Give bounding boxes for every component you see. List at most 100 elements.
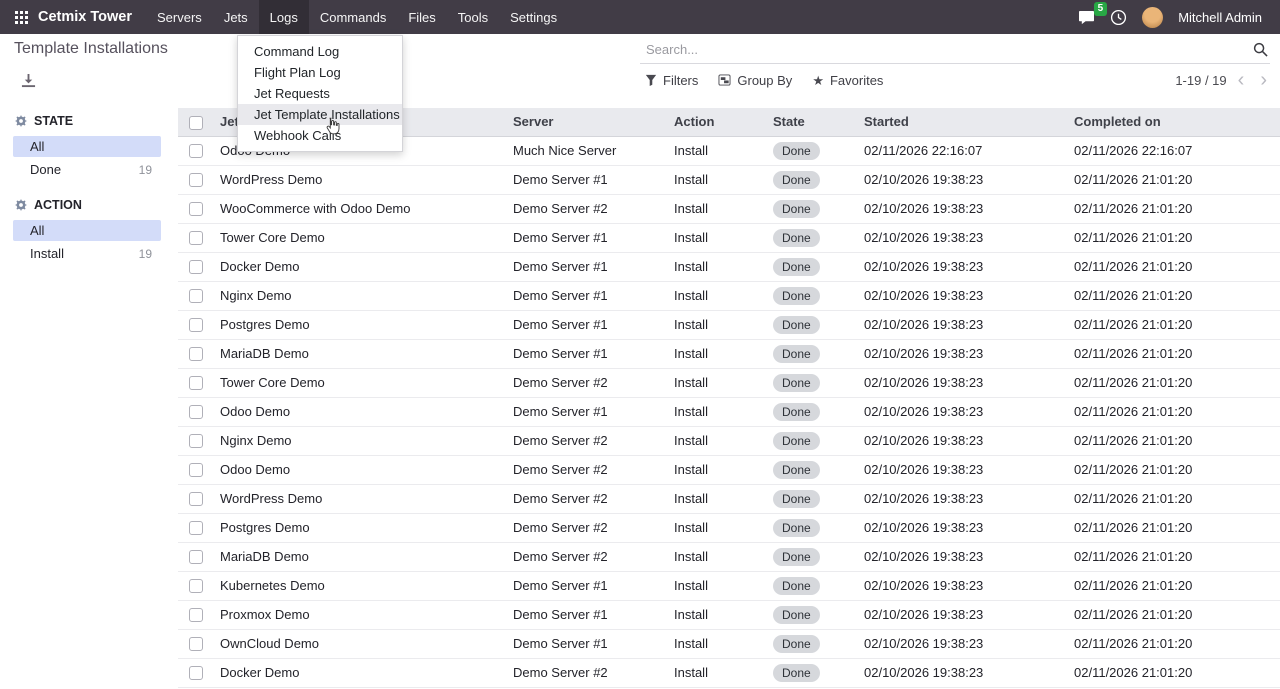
- apps-grid-icon[interactable]: [8, 11, 34, 24]
- cell-jet-template: WordPress Demo: [214, 165, 507, 194]
- cell-completed-on: 02/11/2026 21:01:20: [1068, 310, 1280, 339]
- row-checkbox[interactable]: [189, 463, 203, 477]
- top-menu-commands[interactable]: Commands: [309, 0, 397, 34]
- logs-menu-item[interactable]: Command Log: [238, 41, 402, 62]
- cell-completed-on: 02/11/2026 21:01:20: [1068, 339, 1280, 368]
- top-menu-tools[interactable]: Tools: [447, 0, 499, 34]
- table-row[interactable]: Docker DemoDemo Server #1InstallDone02/1…: [178, 252, 1280, 281]
- row-checkbox[interactable]: [189, 666, 203, 680]
- row-checkbox-cell: [178, 600, 214, 629]
- search-icon[interactable]: [1251, 42, 1270, 57]
- messages-icon: [1078, 10, 1095, 25]
- column-header[interactable]: Started: [858, 108, 1068, 136]
- column-header[interactable]: Server: [507, 108, 668, 136]
- table-row[interactable]: Docker DemoDemo Server #2InstallDone02/1…: [178, 658, 1280, 687]
- favorites-button[interactable]: ★ Favorites: [812, 73, 883, 88]
- row-checkbox[interactable]: [189, 492, 203, 506]
- cell-action: Install: [668, 165, 767, 194]
- state-badge: Done: [773, 403, 820, 421]
- row-checkbox[interactable]: [189, 318, 203, 332]
- table-row[interactable]: MariaDB DemoDemo Server #1InstallDone02/…: [178, 339, 1280, 368]
- row-checkbox[interactable]: [189, 202, 203, 216]
- export-button[interactable]: [21, 73, 36, 88]
- cell-jet-template: Nginx Demo: [214, 281, 507, 310]
- filter-item-all[interactable]: All: [13, 136, 161, 157]
- top-menu-servers[interactable]: Servers: [146, 0, 213, 34]
- column-header[interactable]: Action: [668, 108, 767, 136]
- cell-action: Install: [668, 136, 767, 165]
- top-menu-settings[interactable]: Settings: [499, 0, 568, 34]
- row-checkbox[interactable]: [189, 231, 203, 245]
- filter-item-install[interactable]: Install19: [13, 243, 161, 264]
- row-checkbox[interactable]: [189, 144, 203, 158]
- row-checkbox[interactable]: [189, 550, 203, 564]
- group-by-button[interactable]: Group By: [718, 73, 792, 88]
- state-badge: Done: [773, 171, 820, 189]
- table-row[interactable]: Proxmox DemoDemo Server #1InstallDone02/…: [178, 600, 1280, 629]
- cell-state: Done: [767, 542, 858, 571]
- pager-prev-button[interactable]: ‹: [1233, 71, 1250, 89]
- table-row[interactable]: WooCommerce with Odoo DemoDemo Server #2…: [178, 194, 1280, 223]
- row-checkbox[interactable]: [189, 579, 203, 593]
- filter-item-done[interactable]: Done19: [13, 159, 161, 180]
- table-row[interactable]: Odoo DemoDemo Server #2InstallDone02/10/…: [178, 455, 1280, 484]
- logs-menu-item[interactable]: Jet Template Installations: [238, 104, 402, 125]
- table-row[interactable]: OwnCloud DemoDemo Server #1InstallDone02…: [178, 629, 1280, 658]
- filter-item-all[interactable]: All: [13, 220, 161, 241]
- cell-completed-on: 02/11/2026 21:01:20: [1068, 484, 1280, 513]
- logs-menu-item[interactable]: Jet Requests: [238, 83, 402, 104]
- cell-action: Install: [668, 194, 767, 223]
- avatar[interactable]: [1142, 7, 1163, 28]
- logs-menu-item[interactable]: Webhook Calls: [238, 125, 402, 146]
- row-checkbox[interactable]: [189, 521, 203, 535]
- table-row[interactable]: Nginx DemoDemo Server #1InstallDone02/10…: [178, 281, 1280, 310]
- row-checkbox[interactable]: [189, 173, 203, 187]
- favorites-icon: ★: [812, 74, 824, 87]
- messages-button[interactable]: 5: [1078, 10, 1095, 25]
- row-checkbox[interactable]: [189, 260, 203, 274]
- brand-title[interactable]: Cetmix Tower: [38, 9, 132, 25]
- row-checkbox-cell: [178, 426, 214, 455]
- row-checkbox[interactable]: [189, 405, 203, 419]
- column-header[interactable]: Completed on: [1068, 108, 1280, 136]
- cell-started: 02/10/2026 19:38:23: [858, 571, 1068, 600]
- filter-icon: [645, 74, 657, 86]
- cell-completed-on: 02/11/2026 21:01:20: [1068, 542, 1280, 571]
- activities-button[interactable]: [1110, 9, 1127, 26]
- select-all-cell: [178, 108, 214, 136]
- table-row[interactable]: Kubernetes DemoDemo Server #1InstallDone…: [178, 571, 1280, 600]
- row-checkbox[interactable]: [189, 376, 203, 390]
- search-bar[interactable]: [640, 35, 1270, 64]
- pager-next-button[interactable]: ›: [1255, 71, 1272, 89]
- row-checkbox[interactable]: [189, 637, 203, 651]
- table-row[interactable]: MariaDB DemoDemo Server #2InstallDone02/…: [178, 542, 1280, 571]
- table-row[interactable]: Tower Core DemoDemo Server #1InstallDone…: [178, 223, 1280, 252]
- cell-action: Install: [668, 339, 767, 368]
- table-row[interactable]: Odoo DemoDemo Server #1InstallDone02/10/…: [178, 397, 1280, 426]
- filters-button[interactable]: Filters: [645, 73, 698, 88]
- table-row[interactable]: WordPress DemoDemo Server #1InstallDone0…: [178, 165, 1280, 194]
- table-row[interactable]: Postgres DemoDemo Server #2InstallDone02…: [178, 513, 1280, 542]
- table-row[interactable]: Postgres DemoDemo Server #1InstallDone02…: [178, 310, 1280, 339]
- table-row[interactable]: Nginx DemoDemo Server #2InstallDone02/10…: [178, 426, 1280, 455]
- row-checkbox[interactable]: [189, 434, 203, 448]
- cell-completed-on: 02/11/2026 21:01:20: [1068, 455, 1280, 484]
- table-row[interactable]: WordPress DemoDemo Server #2InstallDone0…: [178, 484, 1280, 513]
- search-input[interactable]: [640, 42, 1251, 57]
- table-row[interactable]: Tower Core DemoDemo Server #2InstallDone…: [178, 368, 1280, 397]
- select-all-checkbox[interactable]: [189, 116, 203, 130]
- cell-state: Done: [767, 368, 858, 397]
- column-header[interactable]: State: [767, 108, 858, 136]
- logs-menu-item[interactable]: Flight Plan Log: [238, 62, 402, 83]
- row-checkbox[interactable]: [189, 347, 203, 361]
- row-checkbox[interactable]: [189, 608, 203, 622]
- cell-action: Install: [668, 310, 767, 339]
- top-menu-jets[interactable]: Jets: [213, 0, 259, 34]
- user-name[interactable]: Mitchell Admin: [1178, 10, 1262, 25]
- cell-state: Done: [767, 571, 858, 600]
- cell-action: Install: [668, 252, 767, 281]
- top-menu-files[interactable]: Files: [397, 0, 446, 34]
- row-checkbox[interactable]: [189, 289, 203, 303]
- cell-started: 02/10/2026 19:38:23: [858, 397, 1068, 426]
- top-menu-logs[interactable]: Logs: [259, 0, 309, 34]
